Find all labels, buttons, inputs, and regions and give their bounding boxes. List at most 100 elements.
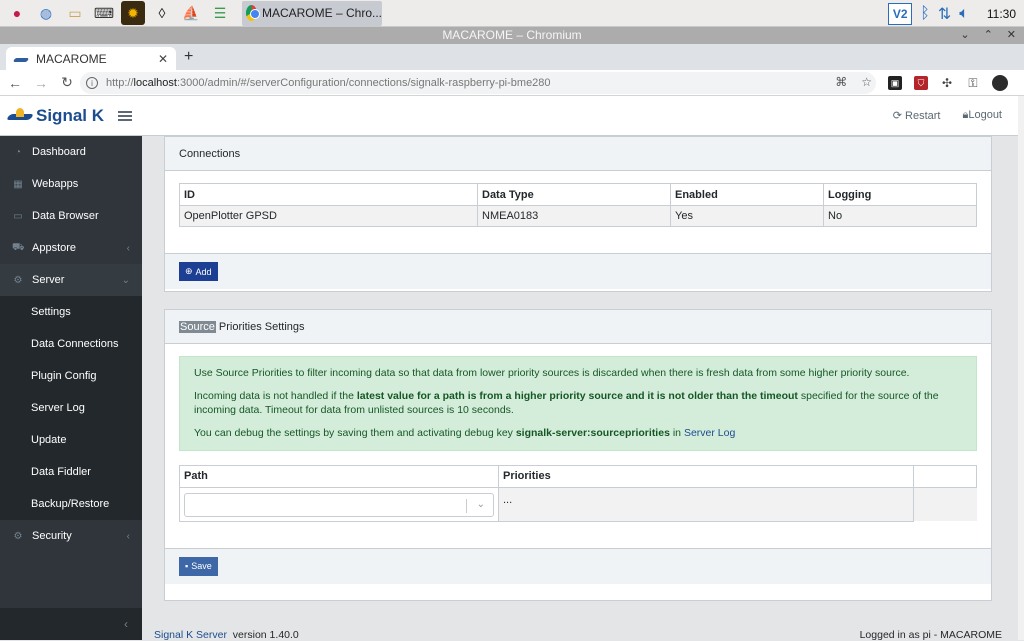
network-icon[interactable]: ⇅ <box>938 4 951 24</box>
folder-icon[interactable]: ▭ <box>63 1 87 25</box>
app-footer: Signal K Server version 1.40.0 Logged in… <box>154 629 1002 641</box>
globe-icon[interactable]: ◍ <box>34 1 58 25</box>
restart-button[interactable]: ⟳ Restart <box>893 109 941 122</box>
window-titlebar: MACAROME – Chromium ⌄ ⌃ ✕ <box>0 27 1024 44</box>
sidebar-item-security[interactable]: ⚙ Security ‹ <box>0 520 142 552</box>
browser-tab[interactable]: MACAROME ✕ <box>6 47 176 70</box>
connection-enabled: Yes <box>670 205 824 227</box>
chevron-down-icon: ⌄ <box>121 274 130 286</box>
forward-icon[interactable]: → <box>30 75 52 91</box>
priorities-card-header: Source Priorities Settings <box>165 310 991 344</box>
sidebar-item-server-log[interactable]: Server Log <box>0 392 142 424</box>
sidebar-item-update[interactable]: Update <box>0 424 142 456</box>
path-select[interactable]: ⌄ <box>184 492 494 517</box>
chevron-left-icon: ‹ <box>124 617 128 631</box>
clock[interactable]: 11:30 <box>987 7 1016 21</box>
tab-strip: MACAROME ✕ + <box>0 44 1024 70</box>
signalk-server-link[interactable]: Signal K Server <box>154 629 227 641</box>
back-icon[interactable]: ← <box>4 75 26 91</box>
version-text: version 1.40.0 <box>232 629 299 641</box>
sidebar-item-settings[interactable]: Settings <box>0 296 142 328</box>
brand[interactable]: Signal K <box>6 106 104 126</box>
add-connection-button[interactable]: ⊕ Add <box>179 262 218 281</box>
site-info-icon[interactable]: i <box>86 77 98 89</box>
url-omnibox[interactable]: i http://localhost:3000/admin/#/serverCo… <box>80 72 876 94</box>
sidebar-item-dashboard[interactable]: ◔ Dashboard <box>0 136 142 168</box>
taskbar-chromium-task[interactable]: MACAROME – Chro... <box>242 0 382 26</box>
priorities-table: Path Priorities ⌄ ... <box>179 464 977 522</box>
raspberry-icon[interactable]: ● <box>5 1 29 25</box>
translate-icon[interactable]: ⌘ <box>835 75 847 89</box>
priorities-cell[interactable]: ... <box>498 486 914 522</box>
connection-logging: No <box>823 205 977 227</box>
connections-title: Connections <box>179 147 241 160</box>
sidebar-toggle-icon[interactable] <box>118 110 133 121</box>
sidebar-minimizer[interactable]: ‹ <box>0 608 142 640</box>
source-priorities-card: Source Priorities Settings Use Source Pr… <box>164 309 992 601</box>
sidebar-item-server[interactable]: ⚙ Server ⌄ <box>0 264 142 296</box>
tab-close-icon[interactable]: ✕ <box>158 52 168 66</box>
tab-title: MACAROME <box>36 51 107 66</box>
close-icon[interactable]: ✕ <box>1007 27 1016 44</box>
chevron-left-icon: ‹ <box>126 242 130 254</box>
table-row[interactable]: OpenPlotter GPSD NMEA0183 Yes No <box>179 205 977 227</box>
address-bar: ← → ↻ i http://localhost:3000/admin/#/se… <box>0 70 1024 96</box>
url-text[interactable]: http://localhost:3000/admin/#/serverConf… <box>106 77 551 89</box>
connection-id[interactable]: OpenPlotter GPSD <box>179 205 478 227</box>
signalk-icon[interactable]: ⛵ <box>179 1 203 25</box>
signalk-favicon-icon <box>14 54 28 64</box>
restart-icon: ⟳ <box>892 110 902 122</box>
sidebar-item-data-browser[interactable]: ▭ Data Browser <box>0 200 142 232</box>
folder-icon: ▭ <box>13 210 23 222</box>
logout-button[interactable]: 🔒︎Logout <box>962 109 1002 122</box>
sun-icon[interactable]: ✹ <box>121 1 145 25</box>
profile-avatar-icon[interactable] <box>992 75 1008 91</box>
keyboard-icon[interactable]: ⌨ <box>92 1 116 25</box>
taskbar-task-label: MACAROME – Chro... <box>261 6 382 20</box>
volume-icon[interactable]: 🔈︎ <box>959 5 969 23</box>
plus-circle-icon: ⊕ <box>185 266 193 276</box>
ublock-icon[interactable]: ⛉ <box>914 76 928 90</box>
system-tray: V2 ᛒ ⇅ 🔈︎ 11:30 <box>888 0 1024 27</box>
os-taskbar: ● ◍ ▭ ⌨ ✹ ◊ ⛵ ☰ MACAROME – Chro... V2 ᛒ … <box>0 0 1024 27</box>
sidebar-item-appstore[interactable]: ⛟ Appstore ‹ <box>0 232 142 264</box>
chevron-left-icon: ‹ <box>126 530 130 542</box>
bookmark-star-icon[interactable]: ☆ <box>861 75 872 89</box>
menu-more-icon[interactable]: ⋮ <box>1020 76 1024 90</box>
sidebar-server-submenu: Settings Data Connections Plugin Config … <box>0 296 142 520</box>
table-header: Data Type <box>477 183 671 206</box>
opencpn-icon[interactable]: ◊ <box>150 1 174 25</box>
new-tab-icon[interactable]: + <box>184 48 193 66</box>
bluetooth-icon[interactable]: ᛒ <box>920 5 930 23</box>
sidebar-item-backup-restore[interactable]: Backup/Restore <box>0 488 142 520</box>
table-header: Path <box>179 464 499 488</box>
priorities-info-alert: Use Source Priorities to filter incoming… <box>179 356 977 451</box>
extensions-puzzle-icon[interactable]: ✣ <box>940 76 954 90</box>
brand-name: Signal K <box>36 105 105 125</box>
window-title: MACAROME – Chromium <box>442 28 582 42</box>
sidebar: ◔ Dashboard ▦ Webapps ▭ Data Browser ⛟ A… <box>0 136 142 640</box>
settings-icon[interactable]: ☰ <box>208 1 232 25</box>
extension-dark-icon[interactable]: ▣ <box>888 76 902 90</box>
table-header: Priorities <box>498 464 914 488</box>
maximize-icon[interactable]: ⌃ <box>984 27 993 44</box>
sidebar-item-webapps[interactable]: ▦ Webapps <box>0 168 142 200</box>
speedometer-icon: ◔ <box>14 146 22 158</box>
priorities-title: Source Priorities Settings <box>179 320 305 333</box>
key-icon[interactable]: ⚿ <box>966 76 980 90</box>
sidebar-item-data-connections[interactable]: Data Connections <box>0 328 142 360</box>
alert-paragraph: You can debug the settings by saving the… <box>194 427 736 440</box>
signalk-logo-icon <box>6 107 32 124</box>
save-button[interactable]: ▪ Save <box>179 556 218 576</box>
reload-icon[interactable]: ↻ <box>56 74 78 91</box>
sidebar-item-data-fiddler[interactable]: Data Fiddler <box>0 456 142 488</box>
grid-icon: ▦ <box>13 178 23 190</box>
vnc-icon[interactable]: V2 <box>888 2 913 25</box>
page-scrollbar[interactable] <box>1018 96 1024 640</box>
alert-paragraph: Incoming data is not handled if the late… <box>194 389 939 417</box>
minimize-icon[interactable]: ⌄ <box>960 27 969 44</box>
server-log-link[interactable]: Server Log <box>684 427 735 439</box>
main-content: Connections ID Data Type Enabled Logging… <box>142 136 1018 640</box>
table-row: ⌄ ... <box>179 486 977 522</box>
sidebar-item-plugin-config[interactable]: Plugin Config <box>0 360 142 392</box>
